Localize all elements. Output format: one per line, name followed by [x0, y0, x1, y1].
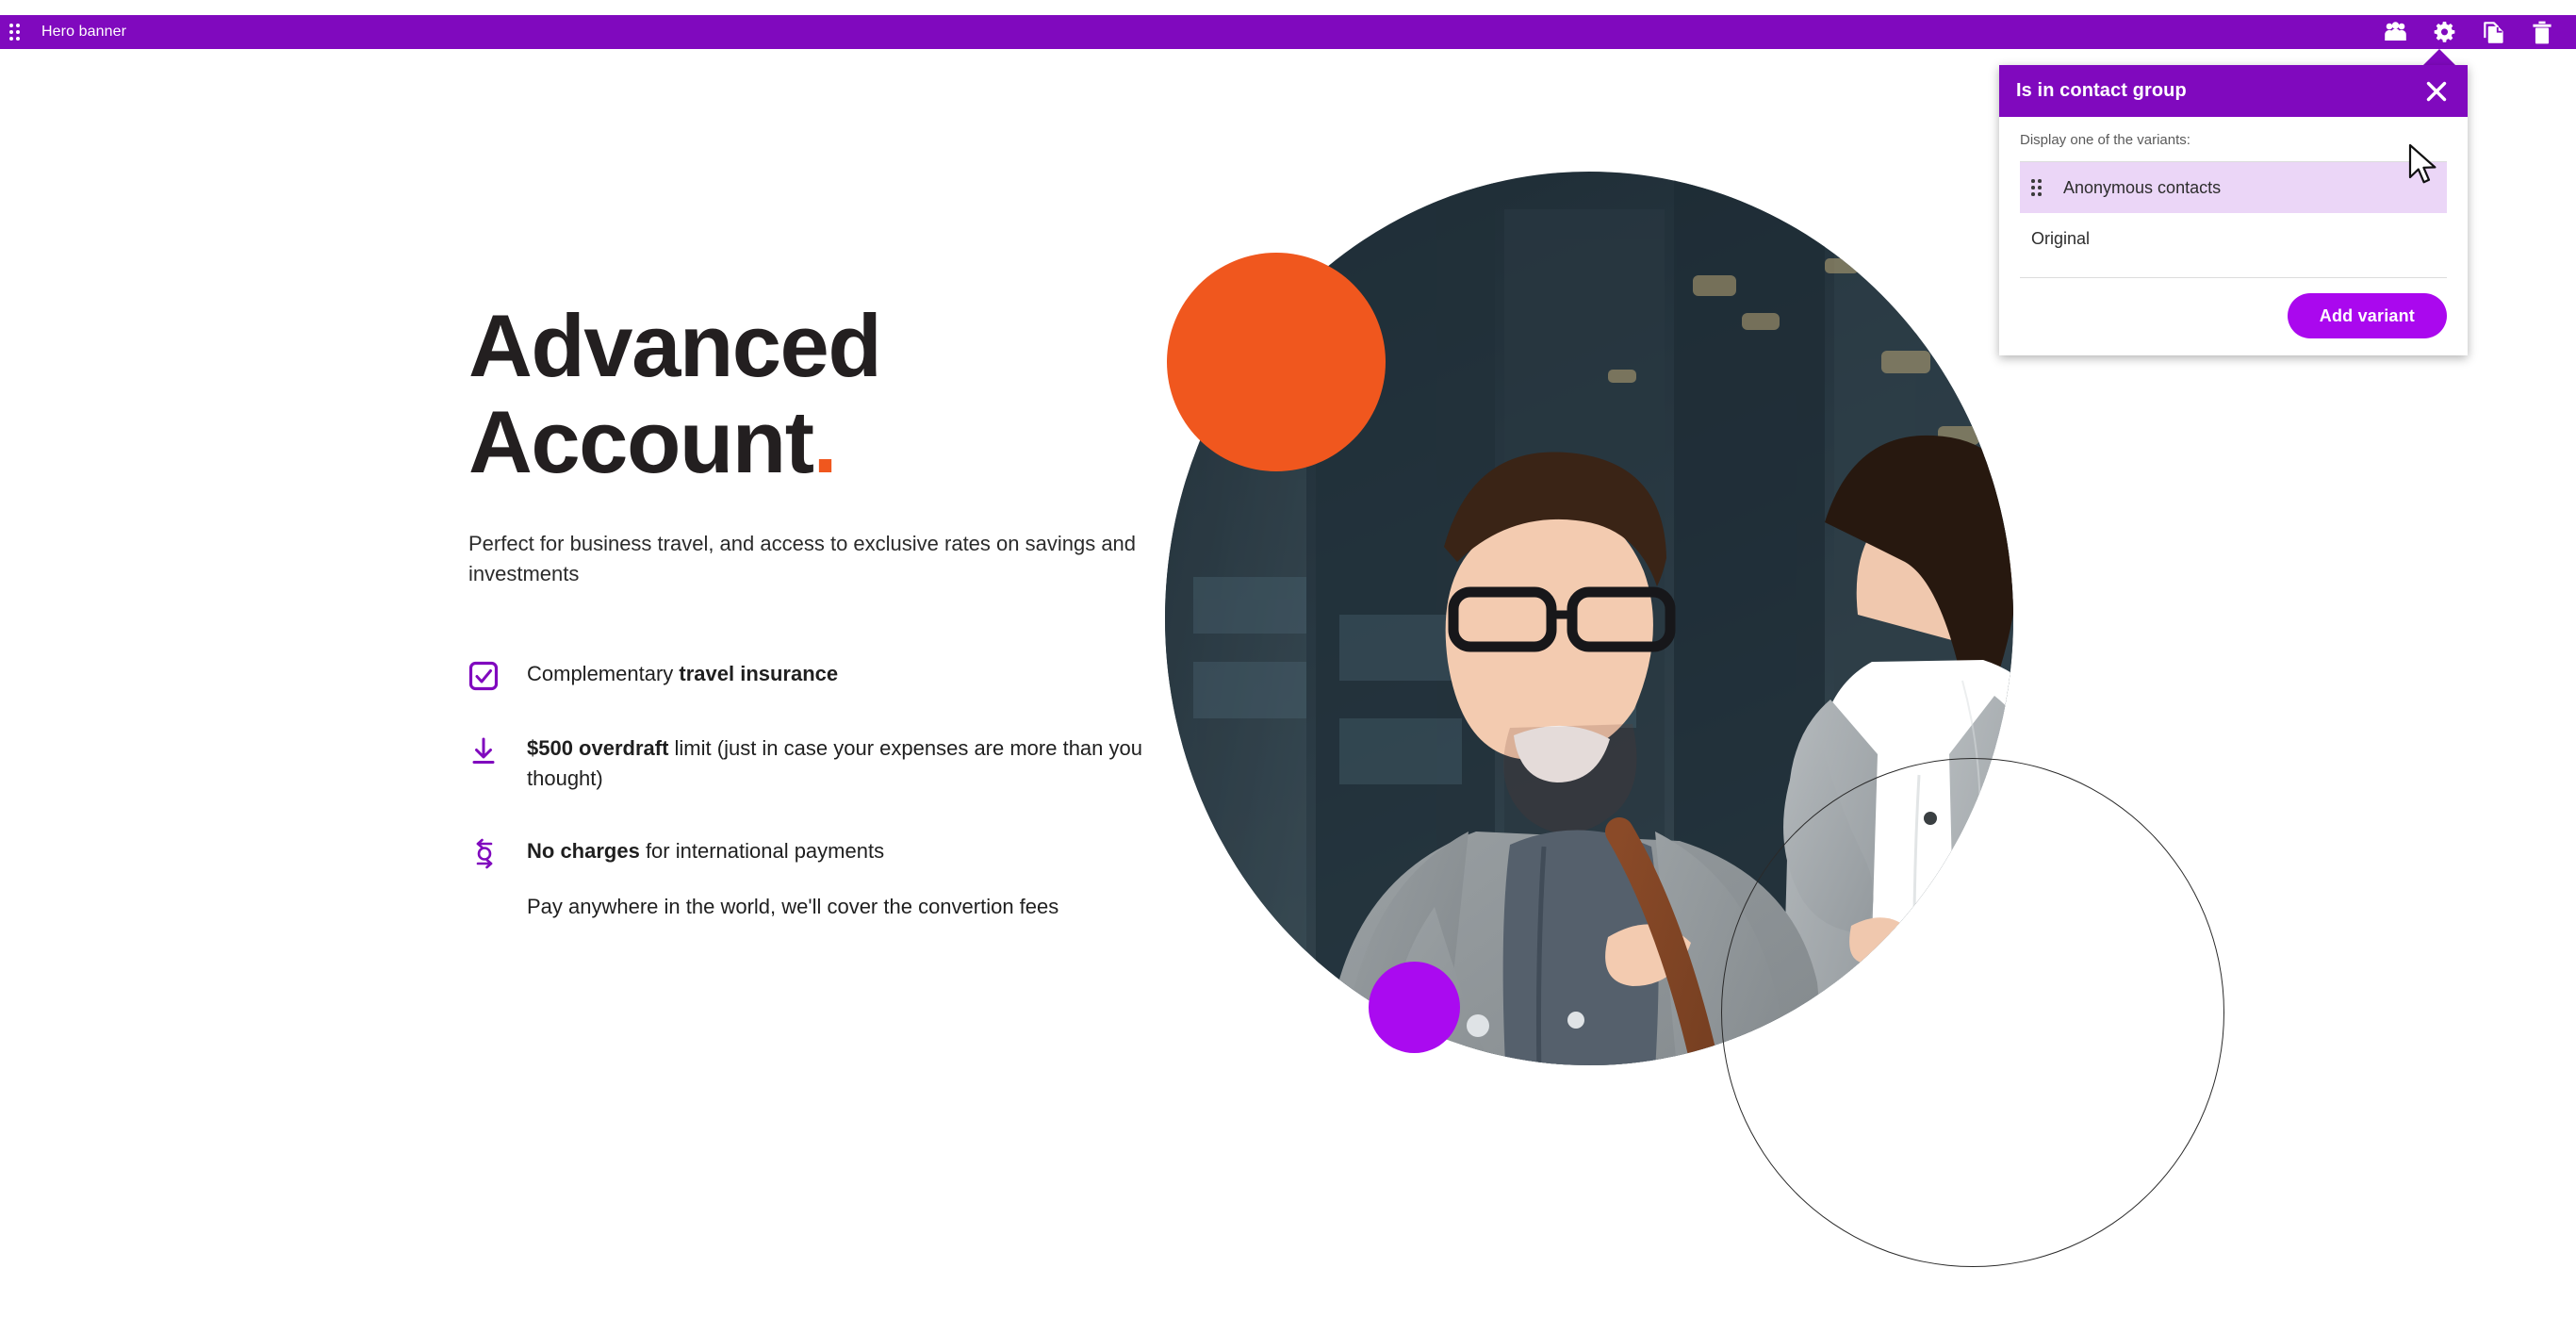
heading-line-1: Advanced	[468, 296, 882, 395]
outline-decor-circle	[1721, 758, 2224, 1267]
feature-text: No charges for international payments Pa…	[527, 836, 1058, 923]
download-arrow-icon	[468, 733, 506, 794]
purple-decor-circle	[1369, 962, 1460, 1053]
feature-item: Complementary travel insurance	[468, 659, 1157, 691]
page-title: Advanced Account.	[468, 298, 1157, 489]
feature-text: $500 overdraft limit (just in case your …	[527, 733, 1157, 794]
drag-handle-icon[interactable]	[2031, 179, 2052, 196]
drag-handle-dots	[8, 24, 20, 41]
popup-body: Display one of the variants: Anonymous c…	[1999, 117, 2468, 264]
variants-hint-label: Display one of the variants:	[2020, 117, 2447, 162]
feature-item: $500 overdraft limit (just in case your …	[468, 733, 1157, 794]
trash-icon[interactable]	[2529, 19, 2555, 45]
feature-item: No charges for international payments Pa…	[468, 836, 1157, 923]
feature-text: Complementary travel insurance	[527, 659, 838, 691]
feature-text-suffix: for international payments	[639, 838, 885, 863]
variant-row[interactable]: Anonymous contacts	[2020, 162, 2447, 213]
heading-accent-dot: .	[812, 391, 838, 491]
popup-title: Is in contact group	[2016, 80, 2187, 101]
close-icon[interactable]	[2420, 75, 2453, 107]
popup-footer: Add variant	[2020, 277, 2447, 355]
editor-toolbar-actions	[2382, 19, 2576, 45]
hero-subheading: Perfect for business travel, and access …	[468, 532, 1137, 585]
widget-title: Hero banner	[41, 24, 127, 40]
editor-toolbar: Hero banner	[0, 15, 2576, 49]
drag-handle-dots	[2031, 179, 2042, 196]
gear-icon[interactable]	[2431, 19, 2457, 45]
heading-line-2: Account	[468, 391, 814, 491]
duplicate-icon[interactable]	[2480, 19, 2506, 45]
feature-note: Pay anywhere in the world, we'll cover t…	[527, 895, 1059, 919]
feature-text-main: No charges for international payments	[527, 836, 1058, 866]
checkbox-check-icon	[468, 659, 506, 691]
variants-popup: Is in contact group Display one of the v…	[1999, 65, 2468, 355]
feature-text-bold: travel insurance	[679, 661, 839, 685]
hero-copy-block: Advanced Account. Perfect for business t…	[468, 298, 1157, 964]
add-variant-button[interactable]: Add variant	[2287, 293, 2447, 338]
currency-exchange-icon	[468, 836, 506, 923]
feature-text-prefix: Complementary	[527, 661, 680, 685]
variant-label: Original	[2031, 228, 2091, 248]
popup-header: Is in contact group	[1999, 65, 2468, 117]
feature-text-bold: No charges	[527, 838, 640, 863]
popup-pointer-triangle	[2423, 49, 2455, 65]
feature-text-bold: $500 overdraft	[527, 735, 669, 760]
orange-decor-circle	[1167, 253, 1386, 471]
variant-row[interactable]: Original	[2020, 213, 2447, 264]
contact-group-icon[interactable]	[2382, 19, 2408, 45]
feature-list: Complementary travel insurance $500 over…	[468, 659, 1157, 923]
drag-handle-icon[interactable]	[0, 15, 28, 49]
variant-label: Anonymous contacts	[2063, 177, 2222, 197]
